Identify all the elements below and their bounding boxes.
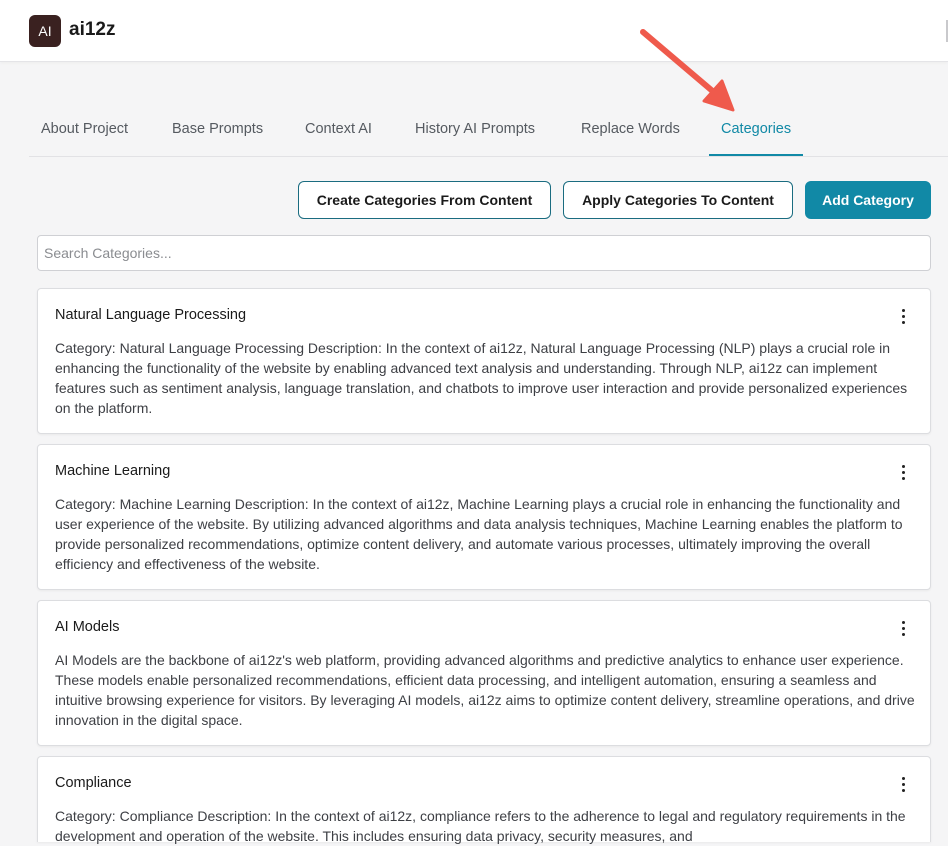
apply-categories-to-content-button[interactable]: Apply Categories To Content <box>563 181 793 219</box>
category-title: Machine Learning <box>55 463 171 479</box>
category-description: Category: Machine Learning Description: … <box>55 496 903 572</box>
category-card: Compliance Category: Compliance Descript… <box>37 756 931 844</box>
app-title: ai12z <box>69 19 116 40</box>
project-tabs: About Project Base Prompts Context AI Hi… <box>29 108 948 157</box>
category-title: AI Models <box>55 619 120 635</box>
app-header: AI ai12z <box>0 0 948 62</box>
tab-base-prompts[interactable]: Base Prompts <box>160 108 275 156</box>
category-card: Machine Learning Category: Machine Learn… <box>37 444 931 590</box>
tab-history-ai-prompts[interactable]: History AI Prompts <box>403 108 547 156</box>
category-card: Natural Language Processing Category: Na… <box>37 288 931 434</box>
add-category-button[interactable]: Add Category <box>805 181 931 219</box>
category-title: Compliance <box>55 775 132 791</box>
tab-about-project[interactable]: About Project <box>29 108 140 156</box>
category-description: Category: Natural Language Processing De… <box>55 340 908 416</box>
category-description: Category: Compliance Description: In the… <box>55 808 906 844</box>
tab-categories[interactable]: Categories <box>709 108 804 156</box>
more-vertical-icon[interactable] <box>895 306 911 326</box>
tab-replace-words[interactable]: Replace Words <box>569 108 692 156</box>
category-card: AI Models AI Models are the backbone of … <box>37 600 931 746</box>
create-categories-from-content-button[interactable]: Create Categories From Content <box>298 181 551 219</box>
more-vertical-icon[interactable] <box>895 618 911 638</box>
tab-context-ai[interactable]: Context AI <box>293 108 384 156</box>
category-title: Natural Language Processing <box>55 307 247 323</box>
search-categories-input[interactable] <box>37 235 931 271</box>
more-vertical-icon[interactable] <box>895 774 911 794</box>
category-description: AI Models are the backbone of ai12z's we… <box>55 652 915 728</box>
more-vertical-icon[interactable] <box>895 462 911 482</box>
app-logo[interactable]: AI <box>29 15 61 47</box>
